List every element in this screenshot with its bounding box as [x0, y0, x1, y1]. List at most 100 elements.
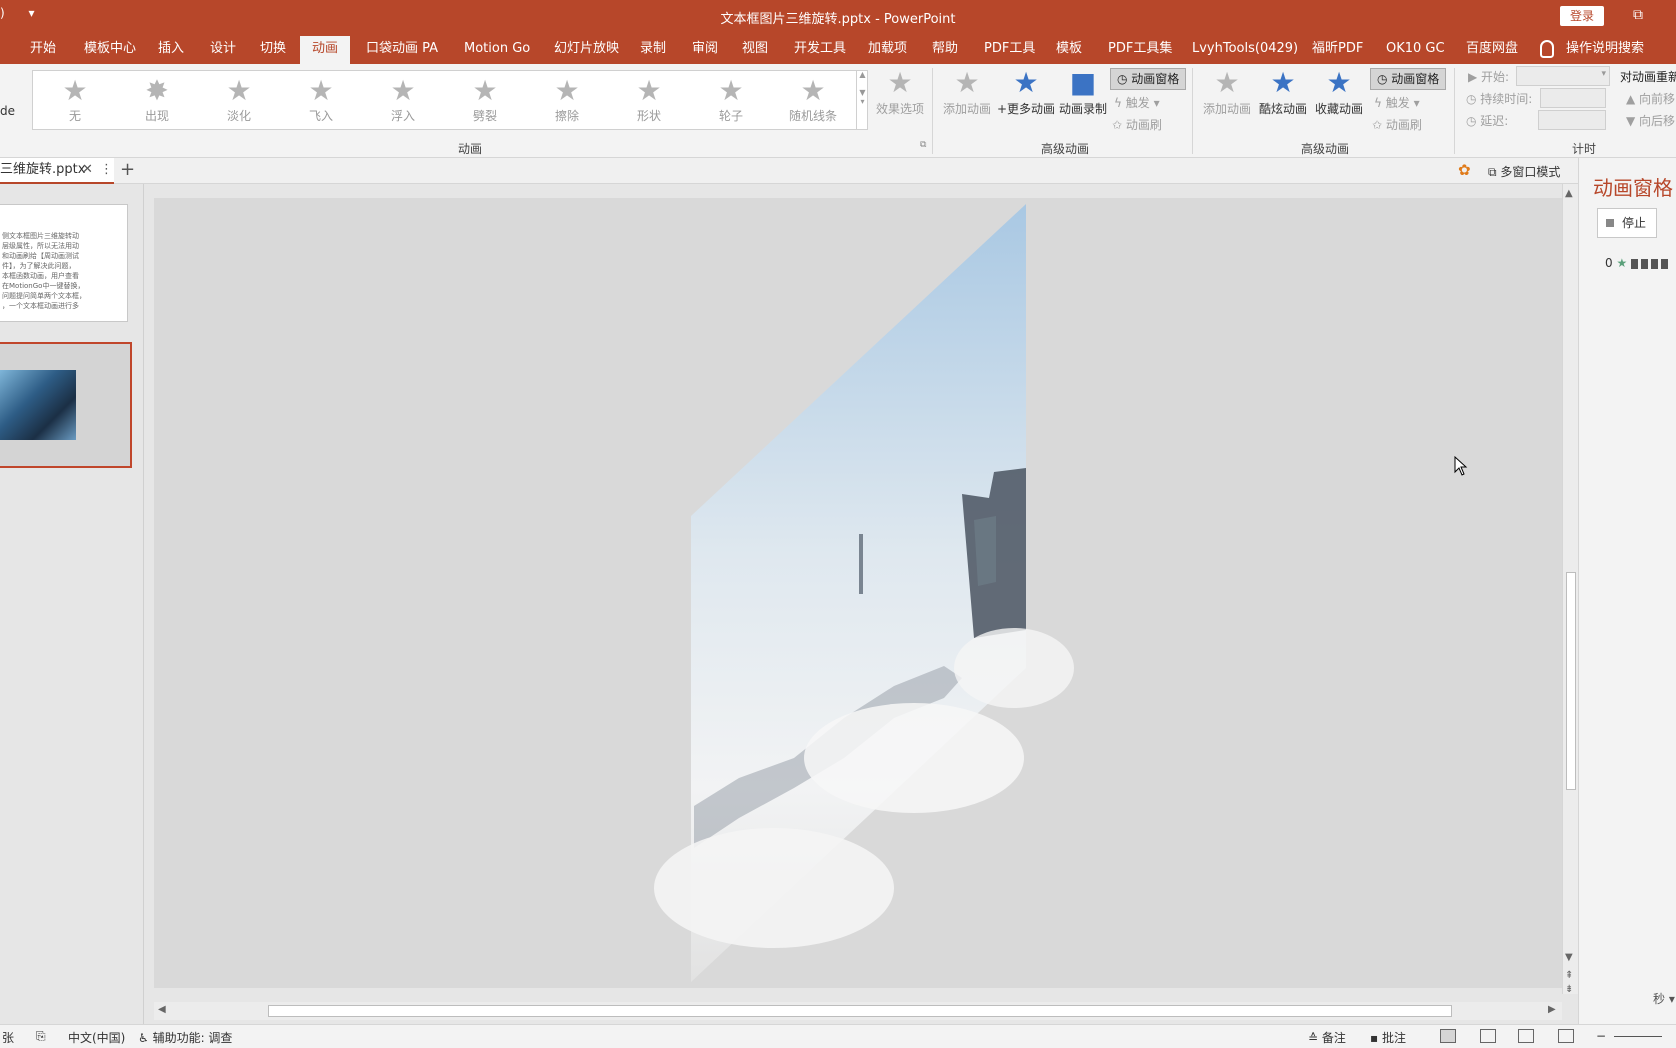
ribbon-display-options-icon[interactable]: ⧉ [1628, 6, 1648, 26]
comments-button[interactable]: ▪ 批注 [1370, 1029, 1406, 1046]
login-button[interactable]: 登录 [1560, 6, 1604, 26]
tab-ok10[interactable]: OK10 GC [1386, 38, 1445, 64]
normal-view-icon[interactable] [1440, 1029, 1456, 1043]
animation-wipe[interactable]: ★ 擦除 [537, 75, 597, 124]
dialog-launcher-icon[interactable]: ⧉ [920, 140, 926, 150]
tab-transitions[interactable]: 切换 [260, 38, 286, 64]
animation-record-button[interactable]: ■ 动画录制 [1058, 66, 1108, 117]
new-tab-button[interactable]: + [120, 159, 135, 180]
close-icon[interactable]: ✕ [82, 162, 93, 177]
language-indicator[interactable]: 中文(中国) [68, 1029, 125, 1046]
accessibility-status[interactable]: ♿ 辅助功能: 调查 [138, 1029, 232, 1046]
zoom-out-icon[interactable]: − [1596, 1029, 1606, 1043]
animation-pane: 动画窗格 停止 0 ★ 秒 ▾ [1578, 158, 1676, 1024]
tab-view[interactable]: 视图 [742, 38, 768, 64]
animation-pane-button-2[interactable]: ◷ 动画窗格 [1370, 68, 1447, 90]
seconds-dropdown[interactable]: 秒 ▾ [1653, 990, 1675, 1007]
add-animation-button[interactable]: ★ 添加动画 [940, 66, 994, 117]
move-earlier-button[interactable]: ▲ 向前移 [1626, 90, 1675, 107]
more-icon[interactable]: ⋮ [100, 162, 113, 177]
effect-options-button[interactable]: ★ 效果选项 [872, 66, 928, 117]
tab-addins[interactable]: 加载项 [868, 38, 907, 64]
animation-shape[interactable]: ★ 形状 [619, 75, 679, 124]
vertical-scroll-thumb[interactable] [1566, 572, 1576, 790]
animation-painter-button-2[interactable]: ✩ 动画刷 [1372, 116, 1422, 133]
tab-lvyhtools[interactable]: LvyhTools(0429) [1192, 38, 1298, 64]
tab-pocket-animation[interactable]: 口袋动画 PA [366, 38, 438, 64]
stop-button[interactable]: 停止 [1597, 208, 1657, 238]
timeline-bar [1631, 258, 1672, 269]
animation-fade[interactable]: ★ 淡化 [209, 75, 269, 124]
star-wipe-icon: ★ [554, 74, 580, 107]
document-tab[interactable]: 三维旋转.pptx [0, 158, 114, 184]
separator [932, 68, 933, 154]
tab-baidu-netdisk[interactable]: 百度网盘 [1466, 38, 1518, 64]
horizontal-scroll-thumb[interactable] [268, 1005, 1452, 1017]
rotated-image[interactable] [654, 204, 1074, 982]
animation-pane-button[interactable]: ◷ 动画窗格 [1110, 68, 1187, 90]
star-icon: ★ [1013, 66, 1039, 99]
tab-motion-go[interactable]: Motion Go [464, 38, 530, 64]
play-icon: ▶ [1468, 70, 1482, 84]
slide-sorter-view-icon[interactable] [1480, 1029, 1496, 1043]
add-star-icon: ★ [954, 66, 980, 99]
delay-spinner[interactable] [1538, 110, 1606, 130]
tell-me-search[interactable]: 操作说明搜索 [1566, 38, 1644, 64]
slide-canvas[interactable] [154, 198, 1562, 988]
previous-slide-icon[interactable]: ⇞ [1565, 970, 1573, 981]
notes-button[interactable]: ≙ 备注 [1308, 1029, 1346, 1046]
slide-counter[interactable]: 张 [2, 1029, 14, 1046]
tab-home[interactable]: 开始 [30, 38, 56, 64]
slide-thumbnail-1[interactable]: 侧文本框图片三维旋转动 层级属性，所以无法用动 和动画刷给【周动画测试 件】，为… [0, 204, 128, 322]
animation-float-in[interactable]: ★ 浮入 [373, 75, 433, 124]
tab-slideshow[interactable]: 幻灯片放映 [554, 38, 619, 64]
animation-none[interactable]: ★ 无 [45, 75, 105, 124]
tab-foxit-pdf[interactable]: 福昕PDF [1312, 38, 1363, 64]
star-icon: ★ [226, 74, 252, 107]
spellcheck-icon[interactable]: ⎘ [36, 1029, 46, 1044]
tab-insert[interactable]: 插入 [158, 38, 184, 64]
trigger-button-2[interactable]: ϟ 触发 ▾ [1374, 94, 1420, 111]
slideshow-view-icon[interactable] [1558, 1029, 1574, 1043]
scroll-right-arrow-icon[interactable]: ▶ [1548, 1004, 1556, 1015]
favorite-animation-button[interactable]: ★ 收藏动画 [1312, 66, 1366, 117]
tab-review[interactable]: 审阅 [692, 38, 718, 64]
zoom-slider[interactable] [1614, 1036, 1662, 1037]
multi-window-button[interactable]: ⧉ 多窗口模式 [1488, 163, 1560, 180]
start-dropdown[interactable]: ▾ [1516, 66, 1610, 86]
scroll-up-arrow-icon[interactable]: ▲ [1565, 188, 1573, 199]
tab-pdf-tools[interactable]: PDF工具 [984, 38, 1035, 64]
more-animation-button[interactable]: ★ +更多动画 [996, 66, 1056, 117]
tab-template-center[interactable]: 模板中心 [84, 38, 136, 64]
duration-spinner[interactable] [1540, 88, 1606, 108]
gallery-scrollbar[interactable]: ▲ ▼ ▾ [856, 70, 868, 130]
scroll-down-arrow-icon[interactable]: ▼ [1565, 952, 1573, 963]
trigger-button[interactable]: ϟ 触发 ▾ [1114, 94, 1160, 111]
add-animation-button-2[interactable]: ★ 添加动画 [1200, 66, 1254, 117]
animation-split[interactable]: ★ 劈裂 [455, 75, 515, 124]
tab-design[interactable]: 设计 [210, 38, 236, 64]
animation-painter-button[interactable]: ✩ 动画刷 [1112, 116, 1162, 133]
tab-developer[interactable]: 开发工具 [794, 38, 846, 64]
animation-wheel[interactable]: ★ 轮子 [701, 75, 761, 124]
animation-random-bars[interactable]: ★ 随机线条 [783, 75, 843, 124]
star-wheel-icon: ★ [718, 74, 744, 107]
animation-appear[interactable]: ✸ 出现 [127, 75, 187, 124]
tab-animations[interactable]: 动画 [300, 36, 351, 64]
horizontal-scrollbar[interactable]: ◀ ▶ [154, 1002, 1562, 1020]
cool-animation-button[interactable]: ★ 酷炫动画 [1256, 66, 1310, 117]
reading-view-icon[interactable] [1518, 1029, 1534, 1043]
ribbon: de ★ 无 ✸ 出现 ★ 淡化 ★ 飞入 ★ 浮入 ★ 劈裂 ★ 擦除 ★ 形状 ★ 轮子 ★ 随… [0, 64, 1676, 158]
vertical-scrollbar[interactable]: ▲ ▼ ⇞ ⇟ [1562, 184, 1578, 995]
animation-list-item[interactable]: 0 ★ [1605, 256, 1672, 270]
slide-thumbnail-2-selected[interactable] [0, 342, 132, 468]
move-later-button[interactable]: ▼ 向后移 [1626, 112, 1675, 129]
scroll-left-arrow-icon[interactable]: ◀ [158, 1004, 166, 1015]
tab-pdf-toolset[interactable]: PDF工具集 [1108, 38, 1172, 64]
tab-help[interactable]: 帮助 [932, 38, 958, 64]
tab-record[interactable]: 录制 [640, 38, 666, 64]
gear-icon[interactable]: ✿ [1458, 161, 1471, 179]
tab-templates[interactable]: 模板 [1056, 38, 1082, 64]
animation-fly-in[interactable]: ★ 飞入 [291, 75, 351, 124]
next-slide-icon[interactable]: ⇟ [1565, 984, 1573, 995]
